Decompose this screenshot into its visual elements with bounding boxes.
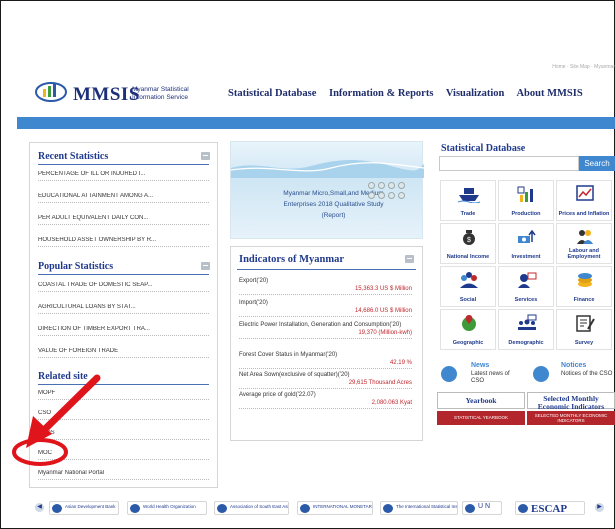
indicator-row: Net Area Sown(exclusive of squatter)('20… <box>239 371 412 389</box>
partner-logo-imf[interactable]: INTERNATIONAL MONETARY FUND <box>297 501 373 515</box>
expand-icon[interactable] <box>201 152 210 160</box>
related-link-nsds[interactable]: NSDS <box>38 430 209 440</box>
people-icon <box>460 272 478 288</box>
notices-title[interactable]: Notices <box>561 362 586 369</box>
indicator-row: Import('20) 14,686.0 US $ Million <box>239 299 412 317</box>
partner-logo-asean[interactable]: Association of South East Asian Nations <box>214 501 289 515</box>
monthly-indicators-banner[interactable]: SELECTED MONTHLY ECONOMIC INDICATORS <box>527 411 615 425</box>
indicators-title[interactable]: Indicators of Myanmar <box>239 254 344 265</box>
factory-icon <box>517 186 533 202</box>
notices-subtitle: Notices of the CSO <box>561 371 613 377</box>
indicator-row: Electric Power Installation, Generation … <box>239 321 412 339</box>
price-chart-icon <box>576 185 594 201</box>
population-icon <box>518 314 537 330</box>
category-investment[interactable]: Investment <box>498 223 554 264</box>
main-nav: Statistical Database Information & Repor… <box>228 88 593 99</box>
indicator-row: Average price of gold('22.07) 2,080.063 K… <box>239 391 412 409</box>
top-links[interactable]: Home · Site Map · Myanmar <box>552 64 615 70</box>
category-national-income[interactable]: $ National Income <box>440 223 496 264</box>
expand-icon[interactable] <box>405 255 414 263</box>
category-production[interactable]: Production <box>498 180 554 221</box>
coins-icon <box>578 273 592 287</box>
popular-item[interactable]: AGRICULTURAL LOANS BY STAT... <box>38 304 209 314</box>
divider <box>38 164 209 165</box>
category-social[interactable]: Social <box>440 266 496 307</box>
partner-logo-un[interactable]: U N <box>462 501 502 515</box>
category-services[interactable]: Services <box>498 266 554 307</box>
recent-item[interactable]: PERCENTAGE OF ILL OR INJURED I... <box>38 171 209 181</box>
partner-logo-escap[interactable]: ESCAP <box>515 501 585 515</box>
yearbook-button[interactable]: Yearbook <box>437 392 525 409</box>
popular-statistics-title[interactable]: Popular Statistics <box>38 261 113 272</box>
popular-item[interactable]: VALUE OF FOREIGN TRADE <box>38 348 209 358</box>
carousel-dots[interactable] <box>368 182 408 202</box>
workers-icon <box>577 230 593 244</box>
brand-subtitle: Myanmar Statistical Information Service <box>132 86 189 101</box>
notices-icon[interactable] <box>533 366 549 382</box>
globe-pin-icon <box>462 315 476 331</box>
header-bar <box>17 117 615 129</box>
partner-logo-who[interactable]: World Health Organization <box>127 501 207 515</box>
monthly-indicators-button[interactable]: Selected Monthly Economic Indicators <box>527 392 615 410</box>
category-finance[interactable]: Finance <box>556 266 612 307</box>
divider <box>38 274 209 275</box>
category-labour-employment[interactable]: Labour and Employment <box>556 223 612 264</box>
investment-icon <box>518 229 536 243</box>
featured-banner[interactable]: Myanmar Micro,Small,and Medium Enterpris… <box>230 141 424 239</box>
yearbook-banner[interactable]: STATISTICAL YEARBOOK <box>437 411 525 425</box>
divider <box>237 269 416 270</box>
recent-item[interactable]: HOUSEHOLD ASSET OWNERSHIP BY R... <box>38 237 209 247</box>
brand-name[interactable]: MMSIS <box>73 84 140 106</box>
partner-logos-strip: ◀ Asian Development Bank World Health Or… <box>17 498 615 520</box>
related-link-national-portal[interactable]: Myanmar National Portal <box>38 470 209 480</box>
popular-item[interactable]: DIRECTION OF TIMBER EXPORT TRA... <box>38 326 209 336</box>
money-bag-icon: $ <box>463 230 475 245</box>
recent-item[interactable]: PER ADULT EQUIVALENT DAILY CON... <box>38 215 209 225</box>
recent-statistics-title[interactable]: Recent Statistics <box>38 151 108 162</box>
news-notices-row: News Latest news of CSO Notices Notices … <box>437 362 615 386</box>
svg-text:$: $ <box>467 237 471 244</box>
nav-visualization[interactable]: Visualization <box>446 88 505 99</box>
indicator-row: Forest Cover Status in Myanmar('20) 42.19… <box>239 351 412 369</box>
nav-statistical-database[interactable]: Statistical Database <box>228 88 316 99</box>
category-geographic[interactable]: Geographic <box>440 309 496 350</box>
scroll-right-icon[interactable]: ▶ <box>595 503 604 512</box>
related-site-title: Related site <box>38 371 88 382</box>
expand-icon[interactable] <box>201 262 210 270</box>
partner-logo-adb[interactable]: Asian Development Bank <box>49 501 119 515</box>
scroll-left-icon[interactable]: ◀ <box>35 503 44 512</box>
category-prices-inflation[interactable]: Prices and Inflation <box>556 180 612 221</box>
popular-item[interactable]: COASTAL TRADE OF DOMESTIC SEAP... <box>38 282 209 292</box>
news-icon[interactable] <box>441 366 457 382</box>
divider <box>38 384 209 385</box>
statistical-database-title: Statistical Database <box>441 143 526 154</box>
indicators-panel: Indicators of Myanmar Export('20) 15,363.… <box>230 246 423 441</box>
category-demographic[interactable]: Demographic <box>498 309 554 350</box>
category-survey[interactable]: Survey <box>556 309 612 350</box>
indicator-row: Export('20) 15,363.3 US $ Million <box>239 277 412 295</box>
partner-logo-isi[interactable]: The International Statistical Institute <box>380 501 458 515</box>
recent-item[interactable]: EDUCATIONAL ATTAINMENT AMONG A... <box>38 193 209 203</box>
mmsis-logo-icon[interactable] <box>34 80 68 104</box>
search-input[interactable] <box>439 156 579 171</box>
services-icon <box>518 272 537 288</box>
ship-icon <box>458 188 480 203</box>
related-link-moc[interactable]: MOC <box>38 450 209 460</box>
water-splash-image <box>231 160 424 178</box>
related-link-cso[interactable]: CSO <box>38 410 209 420</box>
related-link-mopf[interactable]: MOPF <box>38 390 209 400</box>
news-title[interactable]: News <box>471 362 489 369</box>
category-grid: Trade Production Prices and Inflation $ … <box>437 180 615 352</box>
nav-information-reports[interactable]: Information & Reports <box>329 88 433 99</box>
nav-about[interactable]: About MMSIS <box>516 88 582 99</box>
category-trade[interactable]: Trade <box>440 180 496 221</box>
left-sidebar: Recent Statistics PERCENTAGE OF ILL OR I… <box>29 142 218 488</box>
survey-icon <box>576 315 595 332</box>
search-button[interactable]: Search <box>579 156 615 171</box>
news-subtitle: Latest news of CSO <box>471 371 510 384</box>
